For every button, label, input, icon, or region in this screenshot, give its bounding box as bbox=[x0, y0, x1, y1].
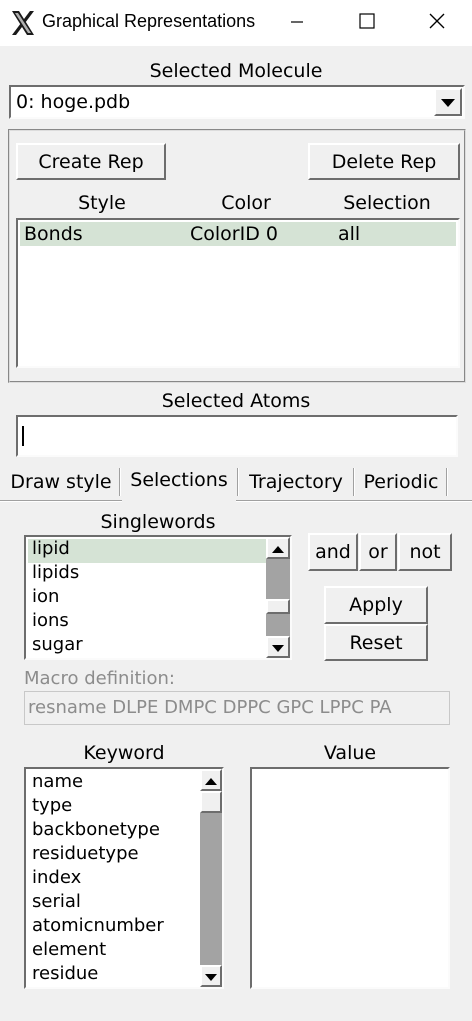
column-header-color: Color bbox=[221, 192, 271, 214]
table-row[interactable]: Bonds ColorID 0 all bbox=[20, 222, 456, 246]
scroll-down-button[interactable] bbox=[266, 636, 290, 658]
keyword-label: Keyword bbox=[83, 742, 165, 764]
tab-separator bbox=[353, 468, 355, 496]
list-item[interactable]: lipids bbox=[32, 562, 79, 583]
list-item[interactable]: lipid bbox=[32, 538, 70, 559]
rep-selection-cell: all bbox=[338, 223, 361, 245]
arrow-down-icon bbox=[271, 637, 285, 658]
active-tab-joiner bbox=[122, 498, 236, 502]
macro-definition-field[interactable]: resname DLPE DMPC DPPC GPC LPPC PA bbox=[24, 691, 450, 725]
arrow-down-icon bbox=[204, 966, 218, 987]
reps-list[interactable]: Bonds ColorID 0 all bbox=[16, 218, 460, 368]
list-item[interactable]: atomicnumber bbox=[32, 915, 164, 936]
close-button[interactable] bbox=[402, 0, 472, 46]
tab-periodic[interactable]: Periodic bbox=[356, 466, 446, 498]
list-item[interactable]: ions bbox=[32, 610, 69, 631]
molecule-value: 0: hoge.pdb bbox=[16, 91, 131, 113]
scroll-down-button[interactable] bbox=[200, 965, 222, 987]
title-bar[interactable]: Graphical Representations bbox=[0, 0, 472, 46]
list-item[interactable]: sugar bbox=[32, 634, 83, 655]
x-logo-icon bbox=[10, 9, 36, 37]
and-button[interactable]: and bbox=[308, 533, 358, 571]
delete-rep-button[interactable]: Delete Rep bbox=[308, 143, 460, 180]
tab-divider bbox=[0, 500, 472, 502]
list-item[interactable]: ion bbox=[32, 586, 59, 607]
close-icon bbox=[429, 13, 445, 34]
value-label: Value bbox=[323, 742, 377, 764]
singlewords-list[interactable]: lipid lipids ion ions sugar bbox=[24, 535, 292, 660]
tab-draw-style[interactable]: Draw style bbox=[4, 466, 118, 498]
minimize-button[interactable] bbox=[262, 0, 332, 46]
macro-definition-value: resname DLPE DMPC DPPC GPC LPPC PA bbox=[28, 697, 392, 718]
selected-atoms-input[interactable] bbox=[16, 415, 458, 457]
tab-selections[interactable]: Selections bbox=[122, 464, 236, 496]
macro-definition-label: Macro definition: bbox=[24, 668, 175, 689]
arrow-up-icon bbox=[271, 538, 285, 559]
chevron-down-icon bbox=[440, 92, 456, 113]
arrow-up-icon bbox=[204, 770, 218, 791]
rep-style-cell: Bonds bbox=[24, 223, 83, 245]
list-item[interactable]: residue bbox=[32, 963, 98, 984]
singlewords-label: Singlewords bbox=[100, 511, 216, 533]
or-button[interactable]: or bbox=[359, 533, 397, 571]
tab-trajectory[interactable]: Trajectory bbox=[240, 466, 352, 498]
column-header-selection: Selection bbox=[343, 192, 431, 214]
list-item[interactable]: serial bbox=[32, 891, 81, 912]
not-button[interactable]: not bbox=[398, 533, 452, 571]
tab-separator bbox=[119, 468, 121, 496]
list-item[interactable]: index bbox=[32, 867, 81, 888]
list-item[interactable]: residuetype bbox=[32, 843, 139, 864]
molecule-dropdown[interactable]: 0: hoge.pdb bbox=[9, 85, 465, 119]
scroll-thumb[interactable] bbox=[200, 791, 222, 813]
molecule-dropdown-button[interactable] bbox=[434, 88, 462, 116]
maximize-icon bbox=[359, 12, 375, 34]
list-item[interactable]: backbonetype bbox=[32, 819, 160, 840]
maximize-button[interactable] bbox=[332, 0, 402, 46]
list-item[interactable]: element bbox=[32, 939, 106, 960]
create-rep-button[interactable]: Create Rep bbox=[16, 143, 166, 180]
apply-button[interactable]: Apply bbox=[324, 586, 428, 624]
window-title: Graphical Representations bbox=[42, 11, 256, 31]
text-cursor bbox=[22, 426, 24, 446]
scroll-up-button[interactable] bbox=[200, 769, 222, 791]
singlewords-scrollbar[interactable] bbox=[266, 537, 290, 658]
list-item[interactable]: type bbox=[32, 795, 72, 816]
scroll-up-button[interactable] bbox=[266, 537, 290, 559]
list-item[interactable]: name bbox=[32, 771, 83, 792]
tab-separator bbox=[446, 468, 448, 496]
selected-molecule-label: Selected Molecule bbox=[149, 60, 323, 82]
tab-separator bbox=[237, 468, 239, 496]
keyword-scrollbar[interactable] bbox=[200, 769, 222, 987]
rep-color-cell: ColorID 0 bbox=[190, 223, 278, 245]
minimize-icon bbox=[290, 13, 304, 34]
column-header-style: Style bbox=[78, 192, 126, 214]
reset-button[interactable]: Reset bbox=[324, 624, 428, 661]
selected-atoms-label: Selected Atoms bbox=[161, 390, 311, 412]
scroll-thumb[interactable] bbox=[266, 599, 290, 614]
keyword-list[interactable]: name type backbonetype residuetype index… bbox=[24, 767, 224, 989]
value-list[interactable] bbox=[250, 767, 450, 989]
